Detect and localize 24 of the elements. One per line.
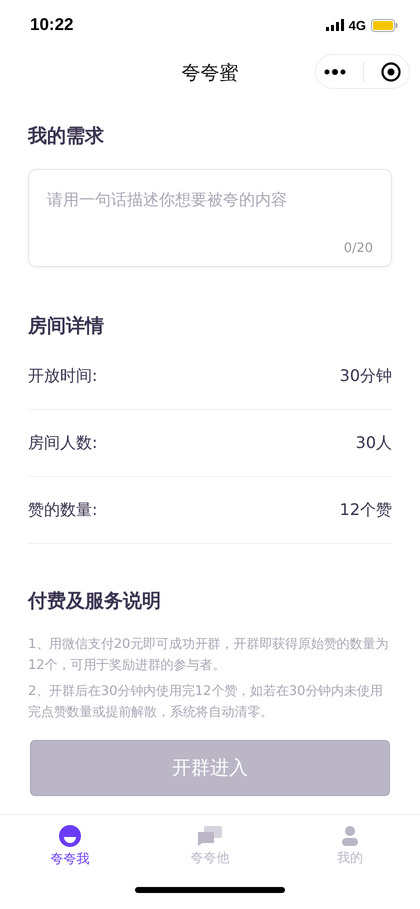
battery-icon bbox=[371, 18, 398, 32]
smile-icon bbox=[58, 824, 82, 848]
note-text: 2、开群后在30分钟内使用完12个赞，如若在30分钟内未使用完点赞数量或提前解散，系统将自动清零。 bbox=[28, 683, 384, 722]
section-title: 我的需求 bbox=[28, 124, 105, 149]
row-label: 开放时间: bbox=[28, 366, 98, 386]
row-label: 赞的数量: bbox=[28, 500, 98, 520]
tab[interactable]: 夸夸我 bbox=[0, 815, 140, 871]
more-icon[interactable] bbox=[324, 68, 346, 74]
status-time: 10:22 bbox=[30, 15, 74, 35]
page-title: 夸夸蜜 bbox=[182, 60, 238, 86]
char-counter: 0/20 bbox=[344, 241, 373, 256]
chat-icon bbox=[197, 825, 223, 847]
signal-icon bbox=[326, 19, 344, 31]
section-title: 付费及服务说明 bbox=[28, 589, 162, 614]
note-text: 1、用微信支付20元即可成功开群，开群即获得原始赞的数量为12个，可用于奖励进群的参与者。 bbox=[28, 636, 390, 675]
row-value: 12个赞 bbox=[340, 500, 392, 520]
row-value: 30分钟 bbox=[340, 366, 392, 386]
tab[interactable]: 我的 bbox=[280, 815, 420, 871]
tab[interactable]: 夸夸他 bbox=[140, 815, 280, 871]
user-icon bbox=[341, 825, 359, 847]
section-title: 房间详情 bbox=[28, 314, 105, 339]
row-value: 30人 bbox=[356, 432, 392, 454]
network-label: 4G bbox=[348, 18, 366, 32]
row-label: 房间人数: bbox=[28, 432, 98, 454]
